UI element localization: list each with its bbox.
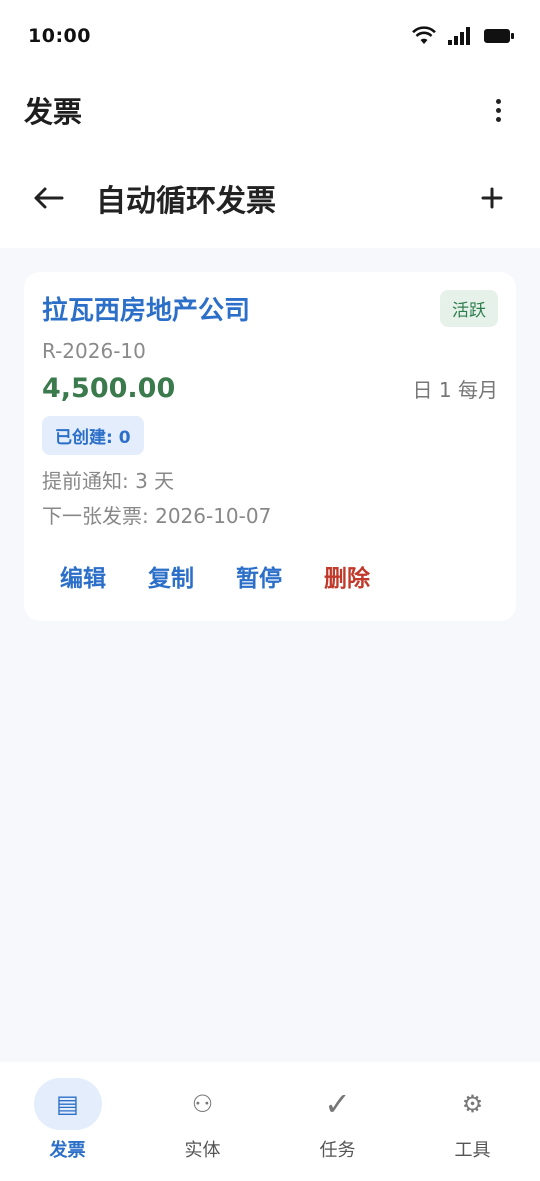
invoice-number: R-2026-10 bbox=[42, 339, 146, 363]
invoice-amount: 4,500.00 bbox=[42, 373, 176, 404]
signal-icon bbox=[448, 27, 470, 45]
more-dot-icon bbox=[495, 107, 501, 113]
gear-icon: ⚙ bbox=[461, 1090, 484, 1118]
nav-label: 发票 bbox=[49, 1140, 86, 1161]
plus-icon bbox=[481, 187, 503, 209]
advance-notice: 提前通知: 3 天 bbox=[42, 469, 175, 493]
recurrence-frequency: 日 1 每月 bbox=[412, 378, 498, 402]
back-button[interactable] bbox=[24, 174, 72, 222]
amount-row: 4,500.00 日 1 每月 bbox=[42, 373, 498, 404]
list-icon: ▤ bbox=[33, 1078, 102, 1130]
add-button[interactable] bbox=[468, 174, 516, 222]
app-bar: 发票 bbox=[0, 72, 540, 148]
entity-icon: ⚇ bbox=[191, 1090, 214, 1118]
nav-item-tools[interactable]: ⚙ 工具 bbox=[418, 1078, 528, 1162]
nav-item-tasks[interactable]: ✓ 任务 bbox=[283, 1078, 393, 1162]
delete-button[interactable]: 删除 bbox=[324, 559, 370, 593]
status-bar: 10:00 bbox=[0, 0, 540, 72]
nav-item-entities[interactable]: ⚇ 实体 bbox=[148, 1078, 258, 1162]
wifi-icon bbox=[412, 26, 436, 44]
next-invoice-date: 下一张发票: 2026-10-07 bbox=[42, 504, 272, 528]
card-header: 拉瓦西房地产公司 活跃 bbox=[42, 290, 498, 327]
arrow-left-icon bbox=[34, 187, 64, 209]
nav-label: 实体 bbox=[184, 1140, 221, 1161]
nav-item-invoices[interactable]: ▤ 发票 bbox=[13, 1078, 123, 1162]
sub-header: 自动循环发票 bbox=[0, 148, 540, 248]
edit-button[interactable]: 编辑 bbox=[60, 559, 106, 593]
check-icon: ✓ bbox=[324, 1085, 351, 1123]
recurring-invoice-card[interactable]: 拉瓦西房地产公司 活跃 R-2026-10 4,500.00 日 1 每月 已创… bbox=[24, 272, 516, 621]
copy-button[interactable]: 复制 bbox=[148, 559, 194, 593]
created-count-chip: 已创建: 0 bbox=[42, 416, 144, 455]
more-options-button[interactable] bbox=[480, 92, 516, 128]
status-icons bbox=[412, 26, 514, 46]
status-time: 10:00 bbox=[28, 25, 91, 47]
client-name[interactable]: 拉瓦西房地产公司 bbox=[42, 290, 250, 327]
more-dot-icon bbox=[495, 98, 501, 104]
nav-label: 工具 bbox=[454, 1140, 491, 1161]
pause-button[interactable]: 暂停 bbox=[236, 559, 282, 593]
bottom-nav: ▤ 发票 ⚇ 实体 ✓ 任务 ⚙ 工具 bbox=[0, 1062, 540, 1181]
status-badge: 活跃 bbox=[440, 290, 498, 327]
section-title: 自动循环发票 bbox=[96, 184, 276, 219]
card-actions: 编辑 复制 暂停 删除 bbox=[42, 559, 498, 593]
nav-label: 任务 bbox=[319, 1140, 356, 1161]
more-dot-icon bbox=[495, 116, 501, 122]
battery-icon bbox=[484, 29, 514, 43]
page-title: 发票 bbox=[24, 95, 83, 129]
